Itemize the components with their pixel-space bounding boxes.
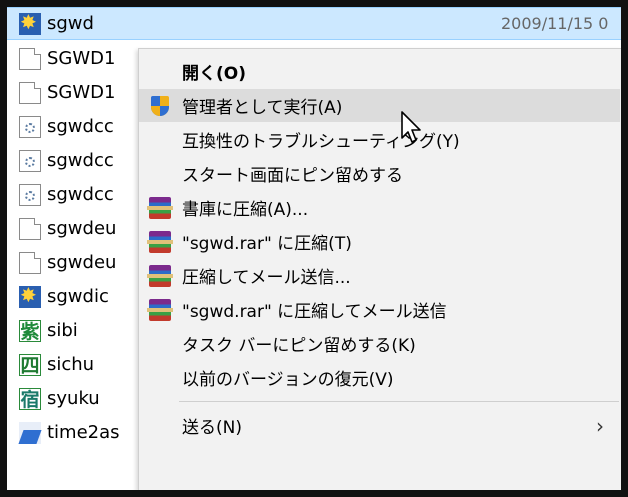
menu-item-compress-sgwd-rar-and-email[interactable]: "sgwd.rar" に圧縮してメール送信	[139, 293, 620, 326]
file-name: sibi	[47, 320, 78, 341]
burst-app-icon	[19, 10, 41, 35]
context-menu: 開く(O) 管理者として実行(A) 互換性のトラブルシューティング(Y) スター…	[138, 48, 621, 490]
menu-item-send-to[interactable]: 送る(N) ›	[139, 409, 620, 442]
menu-item-open[interactable]: 開く(O)	[139, 55, 620, 88]
kanji-icon: 紫	[19, 319, 41, 343]
menu-item-label: 開く(O)	[182, 64, 246, 84]
menu-item-add-to-archive[interactable]: 書庫に圧縮(A)...	[139, 191, 620, 224]
settings-file-icon	[19, 149, 41, 172]
file-name: SGWD1	[47, 48, 116, 69]
file-date: 2009/11/15 0	[501, 14, 609, 33]
shield-icon	[149, 95, 171, 117]
menu-item-label: "sgwd.rar" に圧縮してメール送信	[182, 302, 447, 322]
document-icon	[19, 81, 41, 104]
menu-item-label: 書庫に圧縮(A)...	[182, 200, 309, 220]
file-name: syuku	[47, 388, 100, 409]
document-icon	[19, 47, 41, 70]
rar-icon	[147, 264, 173, 287]
file-name: sgwdcc	[47, 184, 114, 205]
kanji-icon: 宿	[19, 387, 41, 411]
menu-item-label: "sgwd.rar" に圧縮(T)	[182, 234, 352, 254]
menu-item-label: スタート画面にピン留めする	[182, 166, 403, 186]
settings-file-icon	[19, 115, 41, 138]
menu-item-compress-and-email[interactable]: 圧縮してメール送信...	[139, 259, 620, 292]
menu-item-restore-previous-versions[interactable]: 以前のバージョンの復元(V)	[139, 361, 620, 394]
document-icon	[19, 251, 41, 274]
chevron-right-icon: ›	[596, 413, 604, 438]
file-name: sgwdic	[47, 286, 109, 307]
menu-item-add-to-sgwd-rar[interactable]: "sgwd.rar" に圧縮(T)	[139, 225, 620, 258]
rar-icon	[147, 196, 173, 219]
rar-icon	[147, 230, 173, 253]
menu-item-pin-to-taskbar[interactable]: タスク バーにピン留めする(K)	[139, 327, 620, 360]
file-name: sgwdcc	[47, 116, 114, 137]
file-name: sgwd	[47, 13, 94, 34]
menu-item-label: 以前のバージョンの復元(V)	[182, 370, 394, 390]
menu-item-troubleshoot-compat[interactable]: 互換性のトラブルシューティング(Y)	[139, 123, 620, 156]
settings-file-icon	[19, 183, 41, 206]
menu-item-label: 送る(N)	[182, 418, 242, 438]
rar-icon	[147, 298, 173, 321]
menu-item-pin-to-start[interactable]: スタート画面にピン留めする	[139, 157, 620, 190]
menu-item-run-as-admin[interactable]: 管理者として実行(A)	[139, 89, 620, 122]
menu-item-label: タスク バーにピン留めする(K)	[182, 336, 416, 356]
menu-item-label: 管理者として実行(A)	[182, 98, 343, 118]
kanji-icon: 四	[19, 353, 41, 377]
time-app-icon	[19, 421, 41, 444]
file-name: sgwdcc	[47, 150, 114, 171]
file-name: sichu	[47, 354, 95, 375]
menu-separator	[179, 401, 619, 402]
file-row-sgwd[interactable]: sgwd 2009/11/15 0	[7, 7, 621, 40]
burst-app-icon	[19, 283, 41, 308]
file-name: sgwdeu	[47, 218, 117, 239]
document-icon	[19, 217, 41, 240]
menu-item-label: 圧縮してメール送信...	[182, 268, 351, 288]
window-frame: sgwd 2009/11/15 0 SGWD1 SGWD1 sgwdcc sgw…	[0, 0, 628, 497]
file-name: time2as	[47, 422, 120, 443]
file-name: SGWD1	[47, 82, 116, 103]
mouse-cursor-icon	[401, 111, 421, 143]
file-name: sgwdeu	[47, 252, 117, 273]
